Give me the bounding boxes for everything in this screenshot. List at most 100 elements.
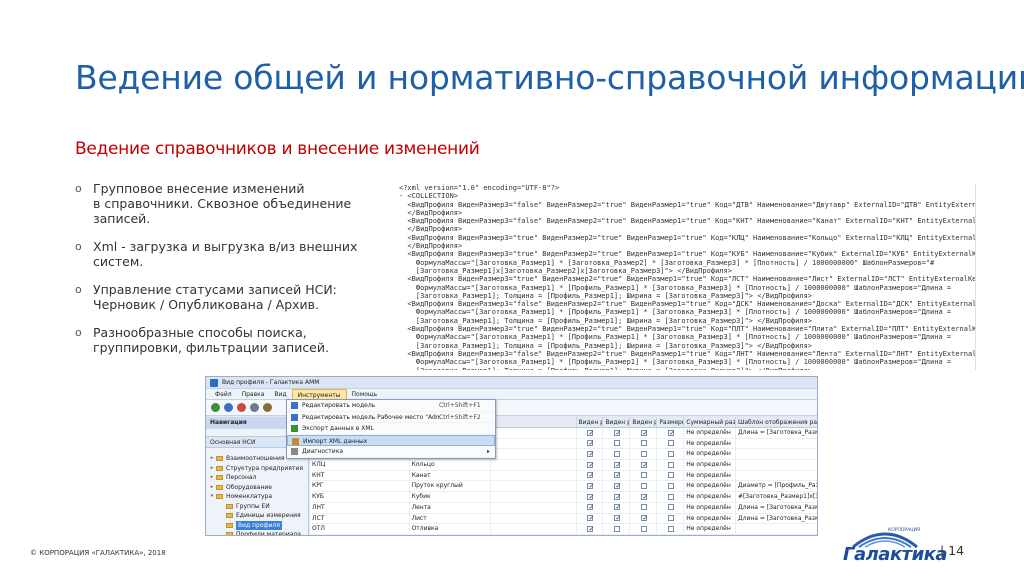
checkbox[interactable] [587,471,594,480]
checkbox[interactable] [614,460,621,470]
bullet-text: Групповое внесение изменений в справочни… [93,181,352,226]
column-header[interactable]: Суммарный размер [684,417,736,427]
xml-line: ФормулаМассы="[Заготовка_Размер1] * [Про… [399,358,952,367]
table-row[interactable]: КНТКанат Не определён [310,470,817,482]
cell-empty [491,481,577,492]
refresh-icon[interactable] [250,403,259,412]
checkbox[interactable] [641,472,648,479]
checkbox[interactable] [587,428,594,438]
xml-line: [Заготовка_Размер1]; Толщина = [Профиль_… [399,291,813,300]
checkbox[interactable] [668,472,675,479]
checkbox[interactable] [668,515,675,521]
logo-wordmark: Галактика [843,544,948,565]
dropdown-item-label: Редактировать модель Рабочее место "Admi… [302,413,439,421]
menu-1[interactable]: Файл [210,389,237,400]
menu-3[interactable]: Вид [269,389,291,400]
tree-item[interactable]: ▸ Персонал [206,473,308,483]
checkbox[interactable] [668,428,675,438]
table-row[interactable]: ЛНТЛента Не определёнДлина = [Заготовка_Р… [310,502,817,514]
tree-item[interactable]: Единицы измерения [206,511,308,521]
checkbox[interactable] [587,514,594,523]
checkbox[interactable] [614,492,621,502]
checkbox[interactable] [641,504,648,511]
checkbox[interactable] [641,525,648,532]
checkbox[interactable] [587,503,594,513]
cell-name: Кубик [410,492,491,502]
checkbox[interactable] [668,493,675,500]
navigate-icon[interactable] [224,403,233,412]
checkbox[interactable] [587,492,594,502]
checkbox[interactable] [641,482,648,489]
checkbox[interactable] [641,514,648,523]
menu-4[interactable]: Инструменты [291,388,347,400]
checkbox[interactable] [668,525,675,532]
checkbox[interactable] [587,481,594,491]
checkbox[interactable] [641,492,648,502]
tree-item[interactable]: ▾ Номенклатура [206,492,308,502]
checkbox[interactable] [614,514,621,523]
tree-item[interactable]: Профили материала [206,530,308,535]
checkbox[interactable] [614,440,621,447]
cell-sum-size: Не определён [684,470,736,481]
column-header[interactable] [491,417,577,427]
column-header[interactable]: Виден раз... [577,417,604,427]
table-row[interactable]: ЛСТЛист Не определёнДлина = [Заготовка_Ра… [310,513,817,525]
checkbox[interactable] [641,440,648,447]
menu-2[interactable]: Правка [237,389,270,400]
xml-preview-panel: <?xml version="1.0" encoding="UTF-8"?> - … [399,184,976,370]
cell-code: КРГ [310,481,410,492]
cell-empty [491,449,577,460]
checkbox[interactable] [614,525,621,532]
dropdown-item[interactable]: Импорт XML данных [287,434,495,446]
checkbox[interactable] [668,482,675,489]
checkbox[interactable] [614,503,621,513]
dropdown-item[interactable]: Экспорт данных в XML [287,423,495,435]
tree-item[interactable]: ▸ Оборудование [206,483,308,493]
cell-flag [577,449,604,460]
dropdown-item[interactable]: Редактировать модель Рабочее место "Admi… [287,412,495,423]
cell-flag [657,513,685,524]
table-row[interactable]: КУБКубик Не определён#[Заготовка_Размер1]… [310,492,817,503]
checkbox[interactable] [668,440,675,447]
checkbox[interactable] [668,504,675,511]
app-titlebar: Вид профиля - Галактика AMM [206,377,817,389]
menu-5[interactable]: Помощь [347,389,383,400]
cell-flag [577,470,604,481]
table-row[interactable]: КРГПруток круглый Не определёнДиаметр = [… [310,481,817,493]
column-header[interactable]: Виден раз... [603,417,631,427]
column-header[interactable]: Шаблон отображения размеров [736,417,817,427]
expand-icon[interactable]: ▸ [208,483,216,493]
dropdown-item[interactable]: Диагностика ▸ [287,446,495,458]
dropdown-item[interactable]: Редактировать модель Ctrl+Shift+F1 [287,400,495,412]
checkbox[interactable] [668,450,675,457]
expand-icon[interactable]: ▸ [208,473,216,483]
table-row[interactable]: ОТЛОтливка Не определён [310,524,817,535]
filter-icon[interactable] [263,403,272,412]
tree-item[interactable]: ▸ Структура предприятия [206,464,308,474]
expand-icon[interactable]: ▸ [208,454,216,464]
checkbox[interactable] [668,461,675,468]
checkbox[interactable] [587,449,594,459]
column-header[interactable]: Виден раз... [630,417,658,427]
column-header[interactable]: Размеры Р... [657,417,685,427]
checkbox[interactable] [614,428,621,438]
checkbox[interactable] [641,460,648,470]
checkbox[interactable] [614,450,621,457]
checkbox[interactable] [587,439,594,448]
tree-item[interactable]: Вид профиля [206,520,308,530]
checkbox[interactable] [614,471,621,480]
expand-icon[interactable]: ▾ [208,492,216,502]
delete-icon[interactable] [237,403,246,412]
expand-icon[interactable]: ▸ [208,464,216,474]
table-row[interactable]: КЛЦКольцо Не определён [310,460,817,471]
add-icon[interactable] [211,403,220,412]
checkbox[interactable] [614,481,621,491]
checkbox[interactable] [587,524,594,534]
tree-item[interactable]: Группы ЕИ [206,502,308,512]
cell-empty [491,460,577,470]
cell-flag [577,524,604,534]
checkbox[interactable] [641,450,648,457]
checkbox[interactable] [641,428,648,438]
cell-flag [577,492,604,502]
checkbox[interactable] [587,460,594,470]
